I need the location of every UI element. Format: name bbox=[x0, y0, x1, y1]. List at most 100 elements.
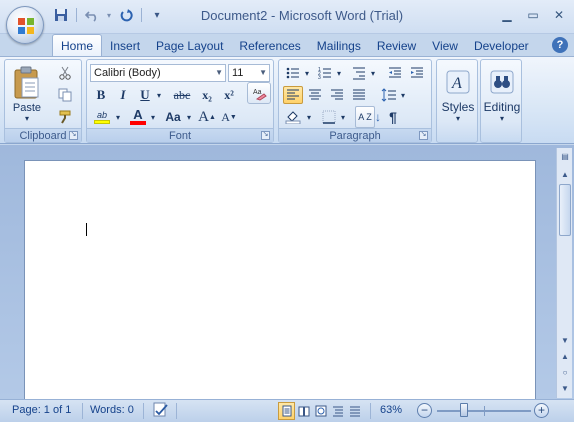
numbering-icon[interactable]: 123 bbox=[315, 64, 335, 82]
tab-references[interactable]: References bbox=[231, 36, 308, 56]
paragraph-launcher-icon[interactable]: ↘ bbox=[419, 131, 428, 140]
italic-button[interactable]: I bbox=[113, 86, 133, 104]
superscript-button[interactable]: x² bbox=[219, 86, 239, 104]
office-button[interactable] bbox=[6, 6, 44, 44]
undo-dropdown-icon[interactable]: ▾ bbox=[105, 6, 113, 24]
tab-view[interactable]: View bbox=[424, 36, 466, 56]
font-size-combo[interactable]: 11 ▼ bbox=[228, 64, 270, 82]
clipboard-launcher-icon[interactable]: ↘ bbox=[69, 131, 78, 140]
tab-developer[interactable]: Developer bbox=[466, 36, 537, 56]
format-painter-icon[interactable] bbox=[55, 108, 75, 126]
font-size-value: 11 bbox=[232, 67, 244, 79]
show-formatting-button[interactable]: ¶ bbox=[383, 108, 403, 126]
borders-dropdown-icon[interactable]: ▾ bbox=[339, 108, 347, 126]
save-icon[interactable] bbox=[52, 6, 70, 24]
redo-icon[interactable] bbox=[117, 6, 135, 24]
font-name-combo[interactable]: Calibri (Body) ▼ bbox=[90, 64, 226, 82]
align-right-icon[interactable] bbox=[327, 86, 347, 104]
scroll-down-icon[interactable]: ▼ bbox=[558, 334, 572, 348]
word-count[interactable]: Words: 0 bbox=[90, 404, 134, 416]
zoom-in-icon[interactable]: + bbox=[534, 403, 549, 418]
font-color-swatch bbox=[130, 121, 146, 125]
undo-icon[interactable] bbox=[83, 6, 101, 24]
line-spacing-icon[interactable] bbox=[379, 86, 399, 104]
cut-icon[interactable] bbox=[55, 64, 75, 82]
font-color-button[interactable]: A bbox=[127, 108, 149, 126]
select-browse-object-icon[interactable]: ○ bbox=[558, 366, 572, 380]
zoom-level[interactable]: 63% bbox=[380, 404, 402, 416]
bullets-icon[interactable] bbox=[283, 64, 303, 82]
underline-dropdown-icon[interactable]: ▾ bbox=[155, 86, 163, 104]
page-count[interactable]: Page: 1 of 1 bbox=[12, 404, 71, 416]
highlight-dropdown-icon[interactable]: ▾ bbox=[114, 108, 122, 126]
outline-icon[interactable] bbox=[329, 402, 346, 420]
qat-separator bbox=[76, 8, 77, 22]
multilevel-dropdown-icon[interactable]: ▾ bbox=[369, 64, 377, 82]
grow-font-button[interactable]: A ▲ bbox=[197, 108, 217, 126]
increase-indent-icon[interactable] bbox=[407, 64, 427, 82]
change-case-button[interactable]: Aa bbox=[161, 108, 185, 126]
font-color-dropdown-icon[interactable]: ▾ bbox=[149, 108, 157, 126]
previous-page-icon[interactable]: ▲ bbox=[558, 350, 572, 364]
align-left-icon[interactable] bbox=[283, 86, 303, 104]
tab-insert[interactable]: Insert bbox=[102, 36, 148, 56]
svg-text:Aa: Aa bbox=[253, 89, 262, 96]
bullets-dropdown-icon[interactable]: ▾ bbox=[303, 64, 311, 82]
proofing-icon[interactable] bbox=[152, 402, 170, 421]
tab-home[interactable]: Home bbox=[52, 34, 103, 56]
zoom-slider-thumb[interactable] bbox=[460, 403, 468, 417]
styles-group[interactable]: A Styles ▾ bbox=[436, 59, 478, 143]
tab-review[interactable]: Review bbox=[369, 36, 424, 56]
multilevel-list-icon[interactable] bbox=[349, 64, 369, 82]
editing-group[interactable]: Editing ▾ bbox=[480, 59, 522, 143]
font-name-dropdown-icon[interactable]: ▼ bbox=[215, 65, 223, 81]
justify-icon[interactable] bbox=[349, 86, 369, 104]
clear-formatting-icon[interactable]: Aa bbox=[247, 82, 271, 104]
help-icon[interactable]: ? bbox=[552, 37, 568, 53]
full-screen-reading-icon[interactable] bbox=[295, 402, 312, 420]
copy-icon[interactable] bbox=[55, 86, 75, 104]
strikethrough-button[interactable]: abc bbox=[169, 86, 195, 104]
subscript-button[interactable]: x₂ bbox=[197, 86, 217, 104]
maximize-icon[interactable]: ▭ bbox=[524, 6, 542, 24]
web-layout-icon[interactable] bbox=[312, 402, 329, 420]
highlight-button[interactable]: ab bbox=[91, 108, 113, 126]
qat-separator bbox=[141, 8, 142, 22]
shading-dropdown-icon[interactable]: ▾ bbox=[305, 108, 313, 126]
styles-label: Styles bbox=[441, 99, 475, 114]
document-page[interactable] bbox=[24, 160, 536, 400]
line-spacing-dropdown-icon[interactable]: ▾ bbox=[399, 86, 407, 104]
editing-button[interactable]: Editing ▾ bbox=[483, 64, 521, 128]
font-launcher-icon[interactable]: ↘ bbox=[261, 131, 270, 140]
tab-page-layout[interactable]: Page Layout bbox=[148, 36, 231, 56]
numbering-dropdown-icon[interactable]: ▾ bbox=[335, 64, 343, 82]
vertical-scrollbar[interactable]: ▤ ▲ ▼ ▲ ○ ▼ bbox=[556, 148, 572, 398]
font-size-dropdown-icon[interactable]: ▼ bbox=[259, 65, 267, 81]
draft-icon[interactable] bbox=[346, 402, 363, 420]
scroll-thumb[interactable] bbox=[559, 184, 571, 236]
underline-button[interactable]: U bbox=[135, 86, 155, 104]
sort-button[interactable]: A Z bbox=[355, 106, 375, 128]
align-center-icon[interactable] bbox=[305, 86, 325, 104]
decrease-indent-icon[interactable] bbox=[385, 64, 405, 82]
zoom-out-icon[interactable]: − bbox=[417, 403, 432, 418]
paragraph-group-label: Paragraph bbox=[279, 128, 431, 142]
bold-button[interactable]: B bbox=[91, 86, 111, 104]
next-page-icon[interactable]: ▼ bbox=[558, 382, 572, 396]
shrink-font-button[interactable]: A ▼ bbox=[219, 108, 239, 126]
change-case-dropdown-icon[interactable]: ▾ bbox=[185, 108, 193, 126]
borders-icon[interactable] bbox=[319, 108, 339, 126]
minimize-icon[interactable]: ▁ bbox=[498, 6, 516, 24]
print-layout-icon[interactable] bbox=[278, 402, 295, 420]
paragraph-group: ▾ 123 ▾ ▾ ▾ ▾ ▾ A Z ↓ ¶ Paragraph ↘ bbox=[278, 59, 432, 143]
svg-text:3: 3 bbox=[318, 75, 321, 80]
scroll-up-icon[interactable]: ▲ bbox=[558, 168, 572, 182]
ruler-toggle-icon[interactable]: ▤ bbox=[558, 150, 572, 164]
window-title: Document2 - Microsoft Word (Trial) bbox=[200, 8, 404, 23]
shading-icon[interactable] bbox=[283, 108, 303, 126]
paste-button[interactable]: Paste ▾ bbox=[9, 62, 45, 126]
view-buttons bbox=[278, 402, 363, 420]
styles-button[interactable]: A Styles ▾ bbox=[439, 64, 477, 128]
close-icon[interactable]: ✕ bbox=[550, 6, 568, 24]
tab-mailings[interactable]: Mailings bbox=[309, 36, 369, 56]
